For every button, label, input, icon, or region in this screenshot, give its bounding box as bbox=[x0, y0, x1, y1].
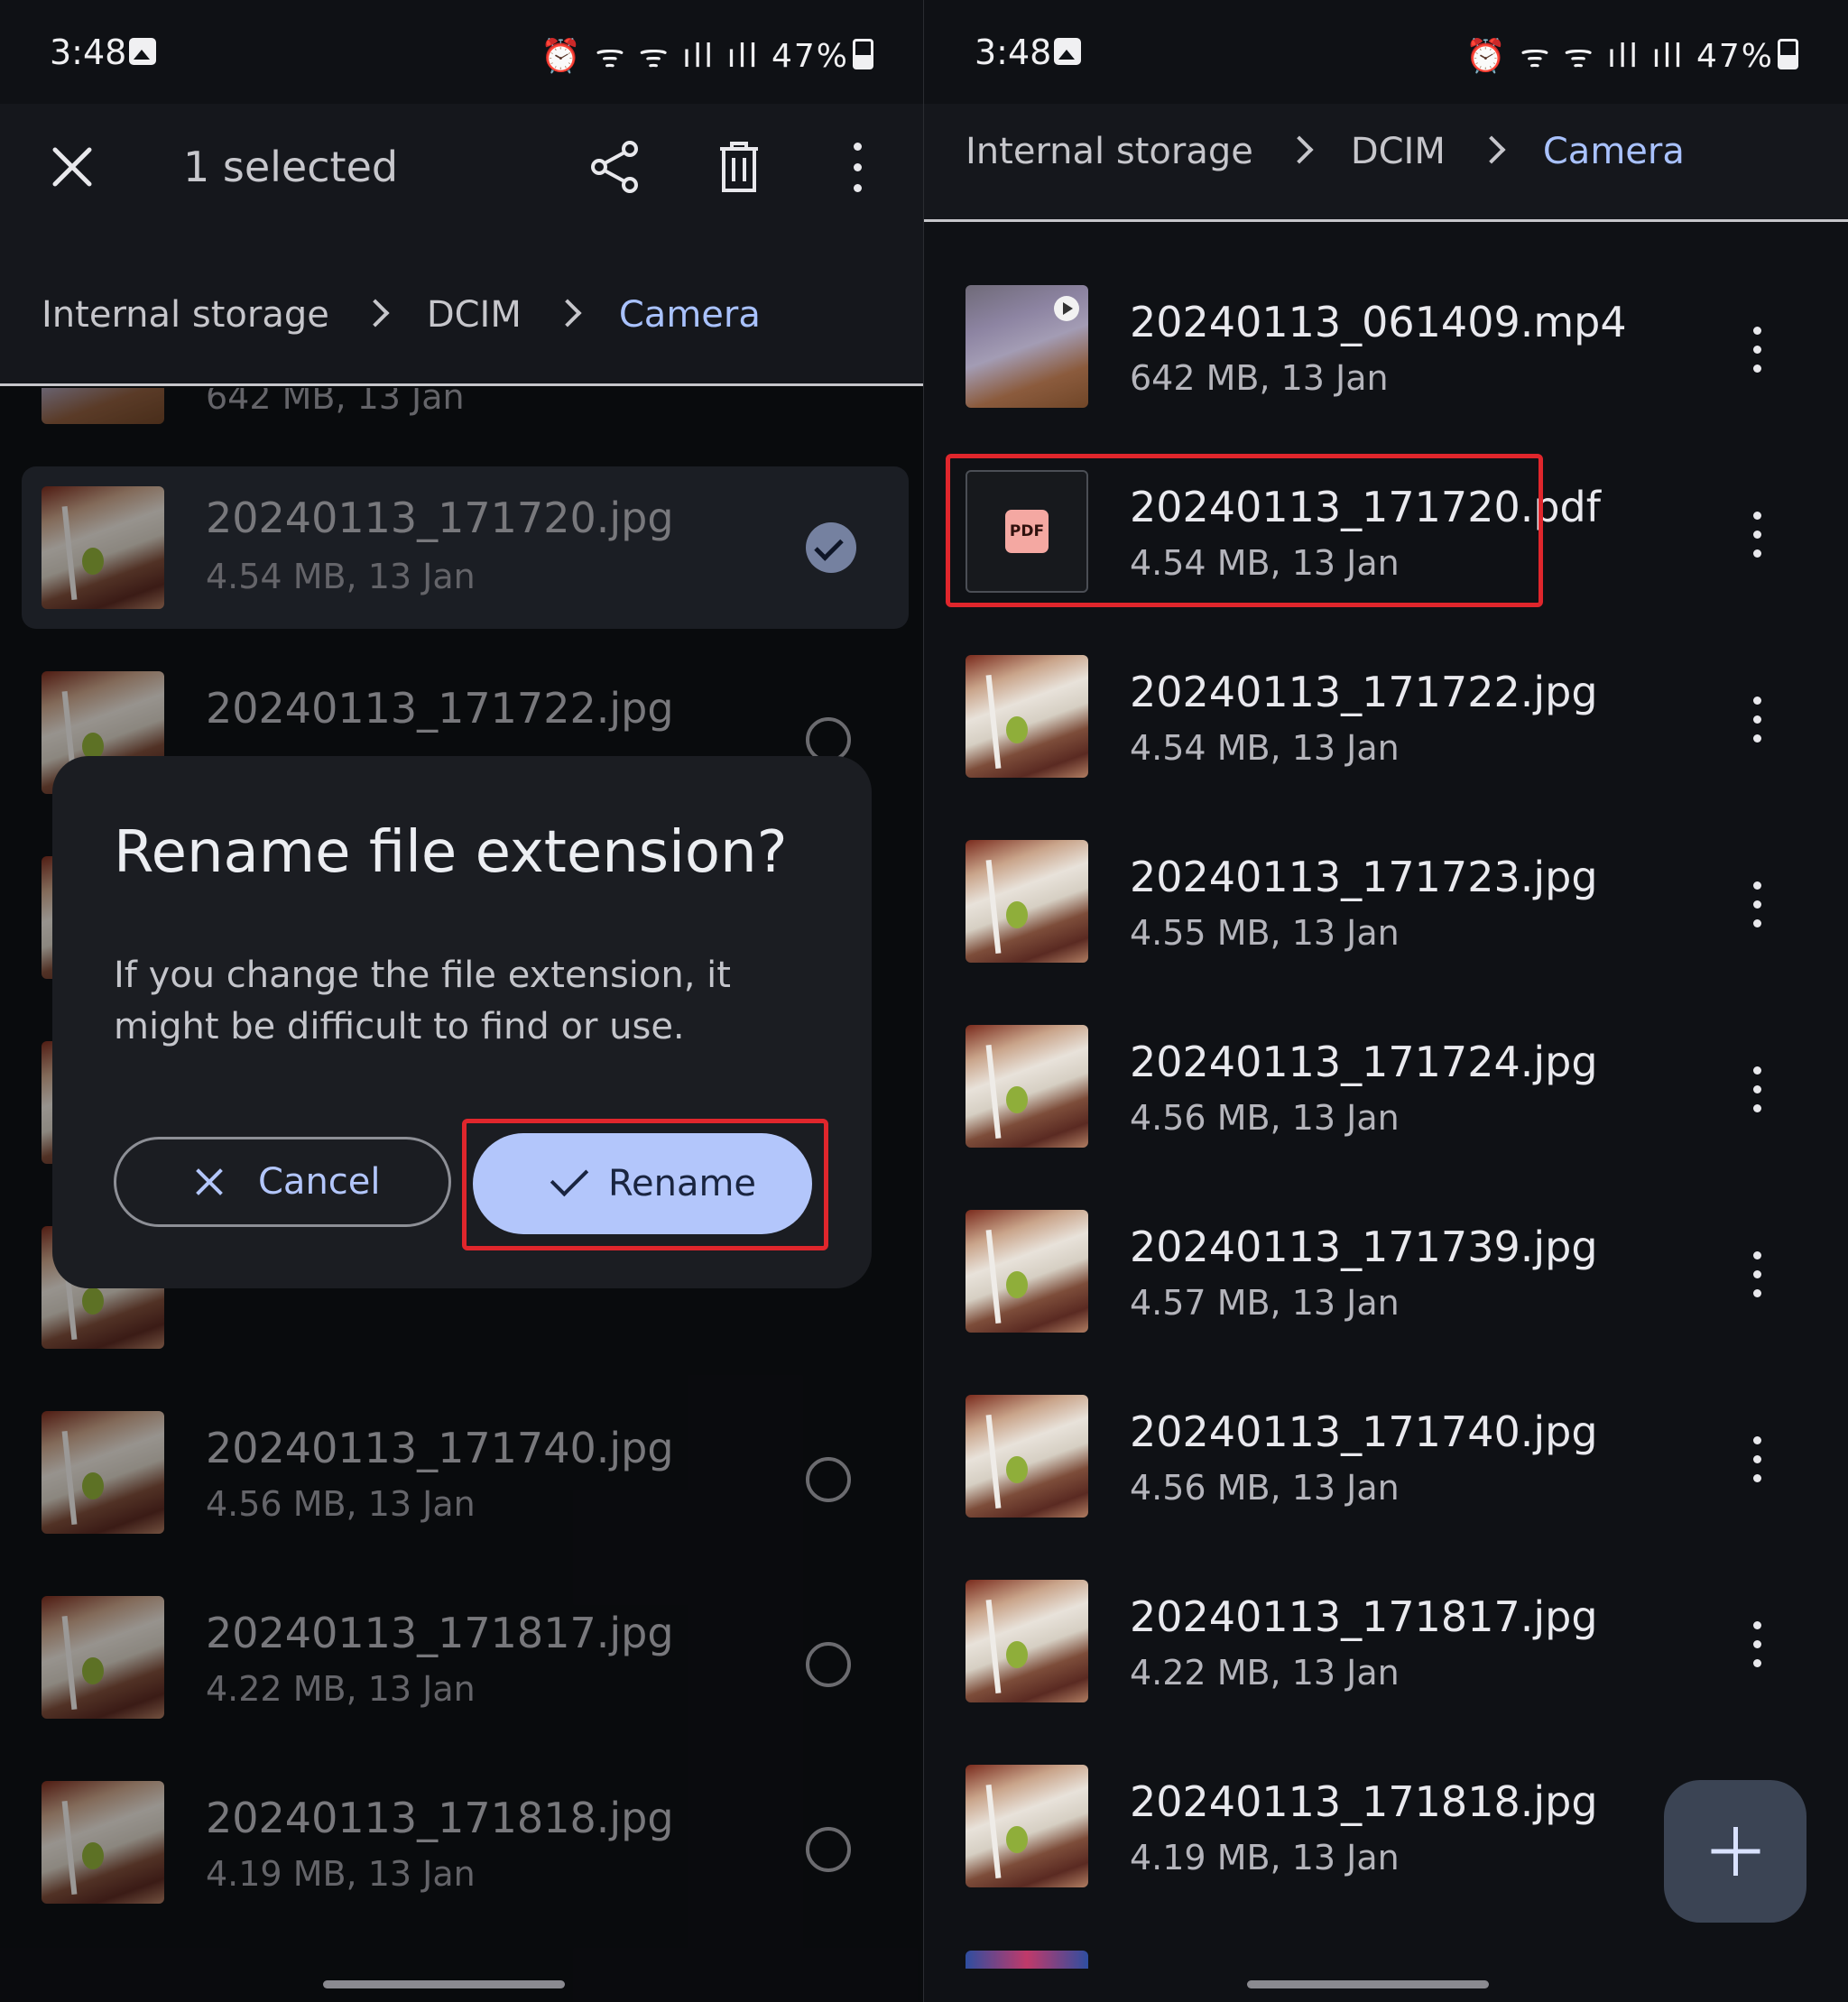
file-name: 20240113_171724.jpg bbox=[1130, 1038, 1598, 1086]
chevron-right-icon bbox=[553, 299, 582, 328]
list-item[interactable]: 20240113_061409.mp4 642 MB, 13 Jan bbox=[924, 263, 1848, 448]
list-item[interactable]: 20240113_171722.jpg 4.54 MB, 13 Jan bbox=[924, 633, 1848, 818]
list-item[interactable]: 20240113_171739.jpg 4.57 MB, 13 Jan bbox=[924, 1188, 1848, 1373]
cancel-button[interactable]: Cancel bbox=[114, 1137, 451, 1227]
more-options-icon[interactable] bbox=[1750, 1251, 1764, 1302]
selection-count: 1 selected bbox=[183, 143, 399, 191]
chevron-right-icon bbox=[1285, 135, 1314, 164]
chevron-right-icon bbox=[361, 299, 390, 328]
file-meta: 4.54 MB, 13 Jan bbox=[1130, 728, 1400, 768]
breadcrumb-dcim[interactable]: DCIM bbox=[1351, 131, 1446, 172]
file-name: 20240113_171818.jpg bbox=[1130, 1777, 1598, 1826]
battery-icon bbox=[853, 39, 873, 69]
signal-icons: ⏰ ᯤ ᯤ ıll ıll bbox=[541, 38, 760, 75]
status-icons: ⏰ ᯤ ᯤ ıll ıll 47% bbox=[541, 32, 873, 77]
breadcrumb: Internal storage DCIM Camera bbox=[966, 131, 1685, 172]
play-icon bbox=[1054, 296, 1079, 321]
delete-icon[interactable] bbox=[715, 140, 763, 194]
breadcrumb-internal-storage-label: Internal storage bbox=[42, 294, 329, 336]
file-name: 20240113_171722.jpg bbox=[1130, 668, 1598, 716]
file-meta: 642 MB, 13 Jan bbox=[1130, 358, 1389, 398]
file-meta: 4.19 MB, 13 Jan bbox=[1130, 1838, 1400, 1877]
breadcrumb-overlay: Internal storage DCIM Camera bbox=[42, 294, 761, 336]
share-icon[interactable] bbox=[590, 140, 641, 194]
breadcrumb-camera[interactable]: Camera bbox=[1543, 131, 1685, 172]
more-options-icon[interactable] bbox=[1750, 881, 1764, 932]
more-options-icon[interactable] bbox=[1750, 1066, 1764, 1117]
more-options-icon[interactable] bbox=[1750, 1436, 1764, 1487]
battery-percent: 47% bbox=[771, 38, 849, 75]
file-thumbnail bbox=[966, 1025, 1088, 1148]
file-meta: 4.56 MB, 13 Jan bbox=[1130, 1098, 1400, 1138]
dialog-message: If you change the file extension, it mig… bbox=[114, 955, 731, 1047]
more-options-icon[interactable] bbox=[1750, 512, 1764, 562]
battery-percent: 47% bbox=[1696, 38, 1774, 75]
list-item[interactable]: 20240113_171723.jpg 4.55 MB, 13 Jan bbox=[924, 818, 1848, 1003]
add-fab-button[interactable] bbox=[1664, 1780, 1806, 1923]
chevron-right-icon bbox=[1477, 135, 1506, 164]
close-icon bbox=[194, 1167, 225, 1197]
gallery-notification-icon bbox=[1054, 38, 1081, 65]
breadcrumb-camera-label: Camera bbox=[618, 294, 761, 336]
file-thumbnail-partial bbox=[966, 1951, 1088, 1969]
file-thumbnail bbox=[966, 285, 1088, 408]
breadcrumb-internal-storage[interactable]: Internal storage bbox=[966, 131, 1253, 172]
file-thumbnail bbox=[966, 840, 1088, 963]
home-indicator bbox=[323, 1980, 565, 1988]
battery-icon bbox=[1778, 39, 1798, 69]
file-thumbnail bbox=[966, 1765, 1088, 1887]
more-options-icon[interactable] bbox=[850, 143, 864, 193]
status-bar: 3:48 ⏰ ᯤ ᯤ ıll ıll 47% bbox=[0, 0, 923, 104]
file-thumbnail bbox=[966, 655, 1088, 778]
list-item[interactable]: 20240113_171740.jpg 4.56 MB, 13 Jan bbox=[924, 1373, 1848, 1558]
highlight-box bbox=[946, 454, 1543, 607]
file-thumbnail bbox=[966, 1210, 1088, 1333]
close-icon[interactable] bbox=[50, 144, 95, 189]
file-thumbnail bbox=[966, 1580, 1088, 1702]
breadcrumb-dcim-label: DCIM bbox=[426, 294, 522, 336]
file-name: 20240113_061409.mp4 bbox=[1130, 298, 1627, 346]
file-thumbnail bbox=[966, 1395, 1088, 1518]
more-options-icon[interactable] bbox=[1750, 1621, 1764, 1672]
dialog-title: Rename file extension? bbox=[114, 819, 788, 886]
header-divider bbox=[924, 219, 1848, 222]
file-meta: 4.55 MB, 13 Jan bbox=[1130, 913, 1400, 953]
right-screen: 3:48 ⏰ ᯤ ᯤ ıll ıll 47% Internal storage D… bbox=[924, 0, 1848, 2002]
signal-icons: ⏰ ᯤ ᯤ ıll ıll bbox=[1465, 38, 1685, 75]
file-meta: 4.57 MB, 13 Jan bbox=[1130, 1283, 1400, 1323]
more-options-icon[interactable] bbox=[1750, 327, 1764, 377]
file-name: 20240113_171817.jpg bbox=[1130, 1592, 1598, 1641]
home-indicator bbox=[1247, 1980, 1489, 1988]
file-meta: 4.22 MB, 13 Jan bbox=[1130, 1653, 1400, 1693]
left-screen: 3:48 ⏰ ᯤ ᯤ ıll ıll 47% 1 selected Intern… bbox=[0, 0, 923, 2002]
file-name: 20240113_171740.jpg bbox=[1130, 1407, 1598, 1456]
list-item[interactable]: 20240113_171724.jpg 4.56 MB, 13 Jan bbox=[924, 1003, 1848, 1188]
status-time: 3:48 bbox=[975, 32, 1052, 72]
gallery-notification-icon bbox=[129, 38, 156, 65]
status-icons: ⏰ ᯤ ᯤ ıll ıll 47% bbox=[1465, 32, 1798, 77]
file-meta: 4.56 MB, 13 Jan bbox=[1130, 1468, 1400, 1508]
file-name: 20240113_171723.jpg bbox=[1130, 853, 1598, 901]
file-name: 20240113_171739.jpg bbox=[1130, 1222, 1598, 1271]
more-options-icon[interactable] bbox=[1750, 697, 1764, 747]
cancel-button-label: Cancel bbox=[258, 1161, 381, 1203]
status-bar: 3:48 ⏰ ᯤ ᯤ ıll ıll 47% bbox=[924, 0, 1848, 104]
highlight-box bbox=[462, 1119, 828, 1250]
status-time: 3:48 bbox=[50, 32, 127, 72]
list-item[interactable]: 20240113_171817.jpg 4.22 MB, 13 Jan bbox=[924, 1558, 1848, 1743]
